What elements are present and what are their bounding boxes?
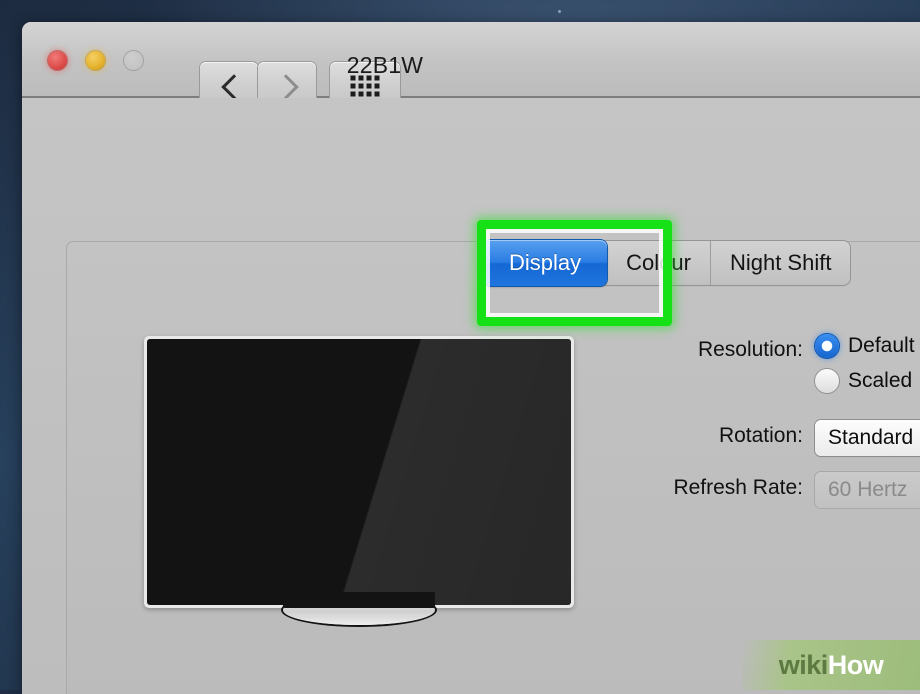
refresh-rate-label: Refresh Rate: — [627, 472, 815, 500]
display-settings-form: Resolution: Default Scaled Rotation: — [627, 334, 920, 524]
preferences-tab-bar: Display Colour Night Shift — [484, 241, 850, 285]
window-title: 22B1W — [22, 52, 920, 79]
screen-gloss-reflection — [147, 339, 571, 605]
window-titlebar: 22B1W — [22, 22, 920, 98]
resolution-option-scaled[interactable]: Scaled — [815, 369, 920, 393]
display-preview-illustration — [144, 336, 574, 608]
monitor-screen — [147, 339, 571, 605]
rotation-row: Rotation: Standard — [627, 420, 920, 456]
refresh-rate-popup-button: 60 Hertz — [815, 472, 920, 508]
tab-colour[interactable]: Colour — [607, 241, 711, 285]
refresh-rate-row: Refresh Rate: 60 Hertz — [627, 472, 920, 508]
resolution-option-default-label: Default — [848, 334, 915, 358]
monitor-stand-mask — [283, 592, 435, 608]
window-content: Resolution: Default Scaled Rotation: — [22, 98, 920, 694]
rotation-label: Rotation: — [627, 420, 815, 448]
preferences-panel: Resolution: Default Scaled Rotation: — [66, 241, 920, 694]
resolution-row: Resolution: Default Scaled — [627, 334, 920, 404]
refresh-rate-field: 60 Hertz — [815, 472, 920, 508]
tab-display[interactable]: Display — [483, 240, 607, 286]
radio-default-icon[interactable] — [815, 334, 839, 358]
resolution-label: Resolution: — [627, 334, 815, 362]
radio-scaled-icon[interactable] — [815, 369, 839, 393]
resolution-options: Default Scaled — [815, 334, 920, 404]
resolution-option-default[interactable]: Default — [815, 334, 920, 358]
display-preferences-window: 22B1W Resolution: De — [22, 22, 920, 694]
desktop-speck — [558, 10, 561, 13]
tab-night-shift[interactable]: Night Shift — [711, 241, 851, 285]
rotation-popup-button[interactable]: Standard — [815, 420, 920, 456]
resolution-option-scaled-label: Scaled — [848, 369, 912, 393]
monitor-bezel — [144, 336, 574, 608]
rotation-field: Standard — [815, 420, 920, 456]
